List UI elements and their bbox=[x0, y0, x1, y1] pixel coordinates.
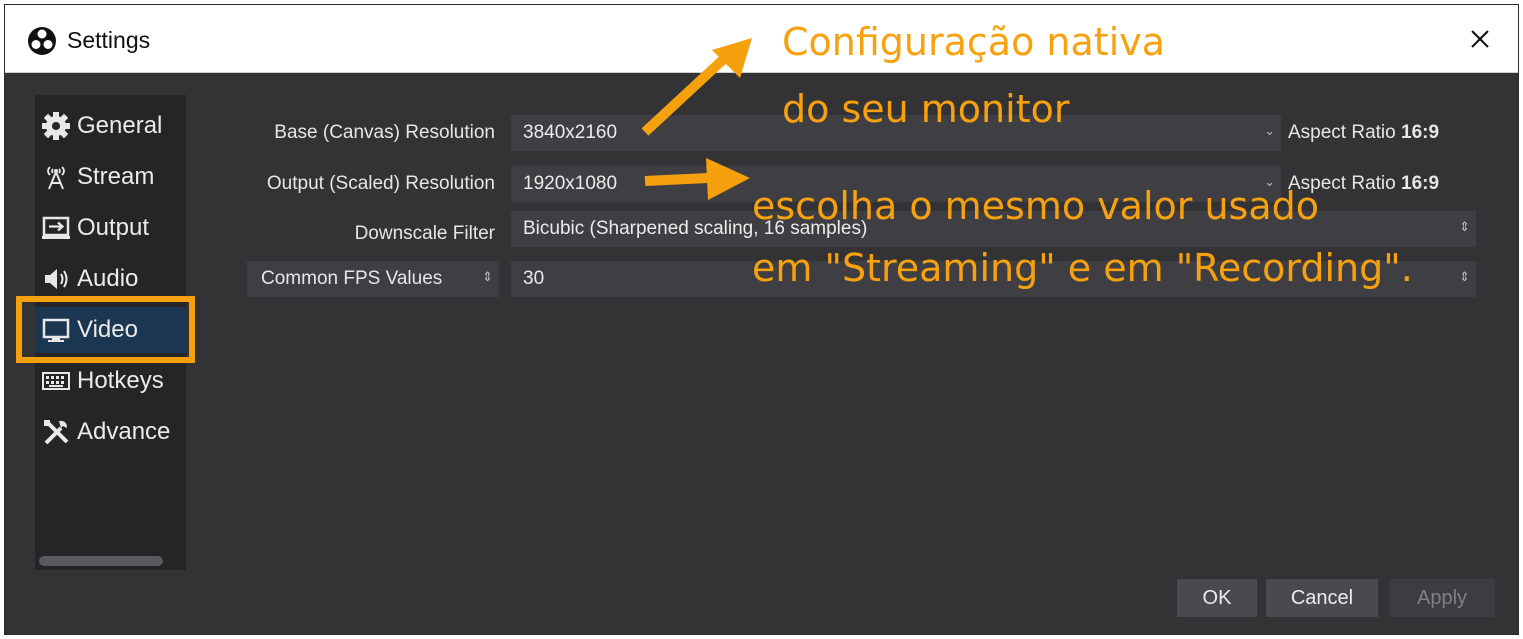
cancel-button[interactable]: Cancel bbox=[1266, 579, 1378, 617]
annotation-line-1: Configuração nativa bbox=[782, 20, 1166, 64]
annotation-line-2: do seu monitor bbox=[782, 87, 1070, 131]
video-highlight-box bbox=[16, 296, 195, 363]
antenna-icon bbox=[39, 160, 73, 194]
sidebar-item-label: Advance bbox=[77, 418, 171, 445]
sidebar-item-label: General bbox=[77, 112, 163, 139]
base-aspect-label: Aspect Ratio bbox=[1288, 122, 1396, 143]
gear-icon bbox=[39, 109, 73, 143]
fps-type-select[interactable]: Common FPS Values ⇕ bbox=[247, 261, 499, 297]
chevron-down-icon: ⌄ bbox=[1264, 123, 1275, 138]
downscale-filter-label: Downscale Filter bbox=[354, 223, 495, 244]
sidebar-item-label: Audio bbox=[77, 265, 139, 292]
tools-icon bbox=[39, 415, 73, 449]
output-aspect-value: 16:9 bbox=[1401, 173, 1440, 194]
updown-arrows-icon: ⇕ bbox=[1459, 219, 1470, 234]
base-aspect-ratio: Aspect Ratio 16:9 bbox=[1288, 122, 1439, 144]
sidebar-item-general[interactable]: General bbox=[35, 103, 186, 149]
output-resolution-label: Output (Scaled) Resolution bbox=[266, 173, 495, 194]
annotation-line-4: em "Streaming" e em "Recording". bbox=[752, 246, 1413, 290]
base-aspect-value: 16:9 bbox=[1401, 122, 1440, 143]
base-resolution-label: Base (Canvas) Resolution bbox=[274, 122, 495, 143]
apply-button[interactable]: Apply bbox=[1389, 579, 1495, 617]
ok-button[interactable]: OK bbox=[1177, 579, 1257, 617]
sidebar-item-label: Output bbox=[77, 214, 150, 241]
settings-window: Settings General Stream Output Audio Vid… bbox=[4, 4, 1519, 635]
fps-type-value: Common FPS Values bbox=[261, 268, 443, 289]
output-resolution-value: 1920x1080 bbox=[523, 173, 618, 194]
window-title: Settings bbox=[67, 27, 151, 53]
sidebar-item-output[interactable]: Output bbox=[35, 205, 186, 251]
updown-arrows-icon: ⇕ bbox=[482, 269, 493, 284]
title-bar: Settings bbox=[5, 5, 1518, 73]
output-icon bbox=[39, 211, 73, 245]
fps-value: 30 bbox=[523, 268, 545, 289]
speaker-icon bbox=[39, 262, 73, 296]
updown-arrows-icon: ⇕ bbox=[1459, 269, 1470, 284]
keyboard-icon bbox=[39, 364, 73, 398]
sidebar-item-label: Stream bbox=[77, 163, 155, 190]
obs-logo-icon bbox=[28, 27, 56, 55]
sidebar-item-label: Hotkeys bbox=[77, 367, 164, 394]
sidebar-item-hotkeys[interactable]: Hotkeys bbox=[35, 358, 186, 404]
sidebar-item-advanced[interactable]: Advance bbox=[35, 409, 186, 455]
sidebar-item-stream[interactable]: Stream bbox=[35, 154, 186, 200]
base-resolution-value: 3840x2160 bbox=[523, 122, 618, 143]
close-icon[interactable] bbox=[1460, 19, 1500, 59]
annotation-line-3: escolha o mesmo valor usado bbox=[752, 184, 1320, 228]
sidebar-scrollbar[interactable] bbox=[39, 556, 163, 566]
